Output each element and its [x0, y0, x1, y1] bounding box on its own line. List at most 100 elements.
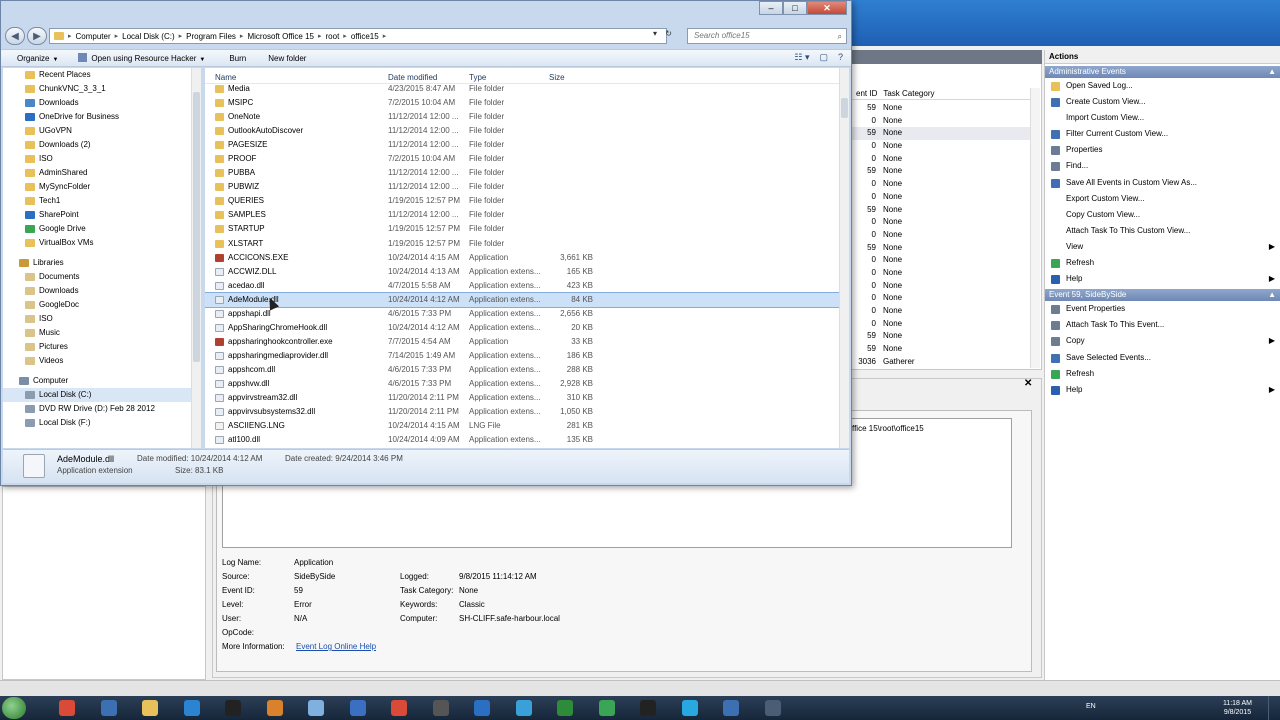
event-row[interactable]: 59 None — [852, 242, 1032, 255]
start-button[interactable] — [2, 697, 26, 719]
close-button[interactable]: ✕ — [807, 1, 847, 15]
event-row[interactable]: 0 None — [852, 305, 1032, 318]
preview-pane-icon[interactable]: ▢ — [819, 52, 828, 63]
taskbar-excel-button[interactable] — [548, 698, 582, 718]
action-item[interactable]: Open Saved Log... — [1045, 78, 1280, 94]
minimize-button[interactable]: – — [759, 1, 783, 15]
action-item[interactable]: Save Selected Events... — [1045, 350, 1280, 366]
action-item[interactable]: View ▶ — [1045, 239, 1280, 255]
action-item[interactable]: Export Custom View... — [1045, 191, 1280, 207]
action-item[interactable]: Event Properties — [1045, 301, 1280, 317]
breadcrumb-item[interactable]: root — [322, 32, 344, 41]
close-icon[interactable]: ✕ — [1024, 378, 1032, 389]
language-indicator[interactable]: EN — [1086, 703, 1096, 710]
file-row[interactable]: QUERIES 1/19/2015 12:57 PM File folder — [205, 194, 839, 208]
taskbar-delta-button[interactable] — [424, 698, 458, 718]
action-item[interactable]: Import Custom View... — [1045, 110, 1280, 126]
event-row[interactable]: 0 None — [852, 254, 1032, 267]
action-item[interactable]: Refresh — [1045, 366, 1280, 382]
burn-button[interactable]: Burn — [215, 54, 256, 63]
event-row[interactable]: 0 None — [852, 318, 1032, 331]
event-log-help-link[interactable]: Event Log Online Help — [296, 642, 376, 651]
chevron-down-icon[interactable]: ▾ — [653, 29, 657, 38]
search-input[interactable]: Search office15 ⌕ — [687, 28, 847, 44]
action-item[interactable]: Attach Task To This Event... — [1045, 317, 1280, 333]
breadcrumb-item[interactable]: Computer — [72, 32, 115, 41]
forward-button[interactable]: ▶ — [27, 27, 47, 45]
event-row[interactable]: 59 None — [852, 343, 1032, 356]
nav-item[interactable]: Videos — [3, 354, 200, 368]
new-folder-button[interactable]: New folder — [256, 54, 316, 63]
taskbar-explorer-button[interactable] — [133, 698, 167, 718]
file-row[interactable]: appvirvsubsystems32.dll 11/20/2014 2:11 P… — [205, 405, 839, 419]
nav-item[interactable]: OneDrive for Business — [3, 110, 200, 124]
event-row[interactable]: 0 None — [852, 191, 1032, 204]
taskbar-terminal-button[interactable] — [216, 698, 250, 718]
taskbar-skype-button[interactable] — [673, 698, 707, 718]
event-row[interactable]: 0 None — [852, 178, 1032, 191]
event-row[interactable]: 59 None — [852, 127, 1032, 141]
event-row[interactable]: 59 None — [852, 330, 1032, 343]
file-row[interactable]: acedao.dll 4/7/2015 5:58 AM Application ex… — [205, 279, 839, 293]
event-row[interactable]: 59 None — [852, 204, 1032, 217]
file-row[interactable]: XLSTART 1/19/2015 12:57 PM File folder — [205, 237, 839, 251]
nav-item[interactable]: Computer — [3, 374, 200, 388]
refresh-icon[interactable]: ↻ — [665, 29, 672, 38]
taskbar-window-button[interactable] — [756, 698, 790, 718]
event-grid-scrollbar[interactable] — [1030, 88, 1040, 368]
taskbar-ie-button[interactable] — [175, 698, 209, 718]
file-row[interactable]: PUBWIZ 11/12/2014 12:00 ... File folder — [205, 180, 839, 194]
nav-item[interactable]: GoogleDoc — [3, 298, 200, 312]
event-row[interactable]: 0 None — [852, 216, 1032, 229]
file-row[interactable]: OneNote 11/12/2014 12:00 ... File folder — [205, 110, 839, 124]
taskbar-shield-button[interactable] — [631, 698, 665, 718]
event-row[interactable]: 0 None — [852, 267, 1032, 280]
action-item[interactable]: Copy Custom View... — [1045, 207, 1280, 223]
column-type[interactable]: Type — [469, 73, 486, 82]
event-row[interactable]: 0 None — [852, 115, 1032, 128]
chevron-right-icon[interactable]: ▸ — [383, 32, 387, 40]
nav-item[interactable]: Google Drive — [3, 222, 200, 236]
breadcrumb-item[interactable]: Microsoft Office 15 — [243, 32, 318, 41]
nav-item[interactable]: Downloads — [3, 96, 200, 110]
action-item[interactable]: Create Custom View... — [1045, 94, 1280, 110]
file-row[interactable]: SAMPLES 11/12/2014 12:00 ... File folder — [205, 208, 839, 222]
taskbar-screens-button[interactable] — [714, 698, 748, 718]
event-viewer-titlebar[interactable] — [850, 0, 1280, 46]
nav-item[interactable]: Libraries — [3, 256, 200, 270]
nav-item[interactable]: DVD RW Drive (D:) Feb 28 2012 — [3, 402, 200, 416]
file-row[interactable]: appshvw.dll 4/6/2015 7:33 PM Application e… — [205, 377, 839, 391]
taskbar-tool-button[interactable] — [341, 698, 375, 718]
nav-item[interactable]: Pictures — [3, 340, 200, 354]
nav-item[interactable]: Tech1 — [3, 194, 200, 208]
taskbar-chrome-button[interactable] — [50, 698, 84, 718]
nav-item[interactable]: SharePoint — [3, 208, 200, 222]
action-item[interactable]: Find... — [1045, 158, 1280, 174]
taskbar-circle-button[interactable] — [382, 698, 416, 718]
address-bar[interactable]: ▸ Computer ▸ Local Disk (C:) ▸ Program Files… — [49, 28, 667, 44]
scrollbar-thumb[interactable] — [193, 92, 200, 362]
event-row[interactable]: 0 None — [852, 280, 1032, 293]
file-row[interactable]: STARTUP 1/19/2015 12:57 PM File folder — [205, 222, 839, 236]
actions-section-admin-events[interactable]: Administrative Events ▲ — [1045, 66, 1280, 78]
action-item[interactable]: Filter Current Custom View... — [1045, 126, 1280, 142]
file-row[interactable]: MSIPC 7/2/2015 10:04 AM File folder — [205, 96, 839, 110]
clock[interactable]: 11:18 AM 9/8/2015 — [1223, 699, 1252, 717]
nav-item[interactable]: VirtualBox VMs — [3, 236, 200, 250]
file-row[interactable]: PUBBA 11/12/2014 12:00 ... File folder — [205, 166, 839, 180]
view-options-icon[interactable]: ☷ ▾ — [794, 52, 809, 63]
file-row[interactable]: ACCWIZ.DLL 10/24/2014 4:13 AM Application … — [205, 265, 839, 279]
taskbar-outlook-button[interactable] — [465, 698, 499, 718]
nav-item[interactable]: Local Disk (C:) — [3, 388, 200, 402]
open-with-button[interactable]: Open using Resource Hacker ▼ — [68, 53, 215, 63]
taskbar-firefox-button[interactable] — [258, 698, 292, 718]
nav-item[interactable]: Documents — [3, 270, 200, 284]
event-row[interactable]: 3036 Gatherer — [852, 356, 1032, 369]
organize-button[interactable]: Organize ▼ — [1, 54, 68, 63]
action-item[interactable]: Save All Events in Custom View As... — [1045, 175, 1280, 191]
nav-item[interactable]: ISO — [3, 152, 200, 166]
caret-up-icon[interactable]: ▲ — [1268, 66, 1276, 78]
taskbar-vm-button[interactable] — [507, 698, 541, 718]
caret-up-icon[interactable]: ▲ — [1268, 289, 1276, 301]
navigation-scrollbar[interactable] — [191, 68, 201, 448]
